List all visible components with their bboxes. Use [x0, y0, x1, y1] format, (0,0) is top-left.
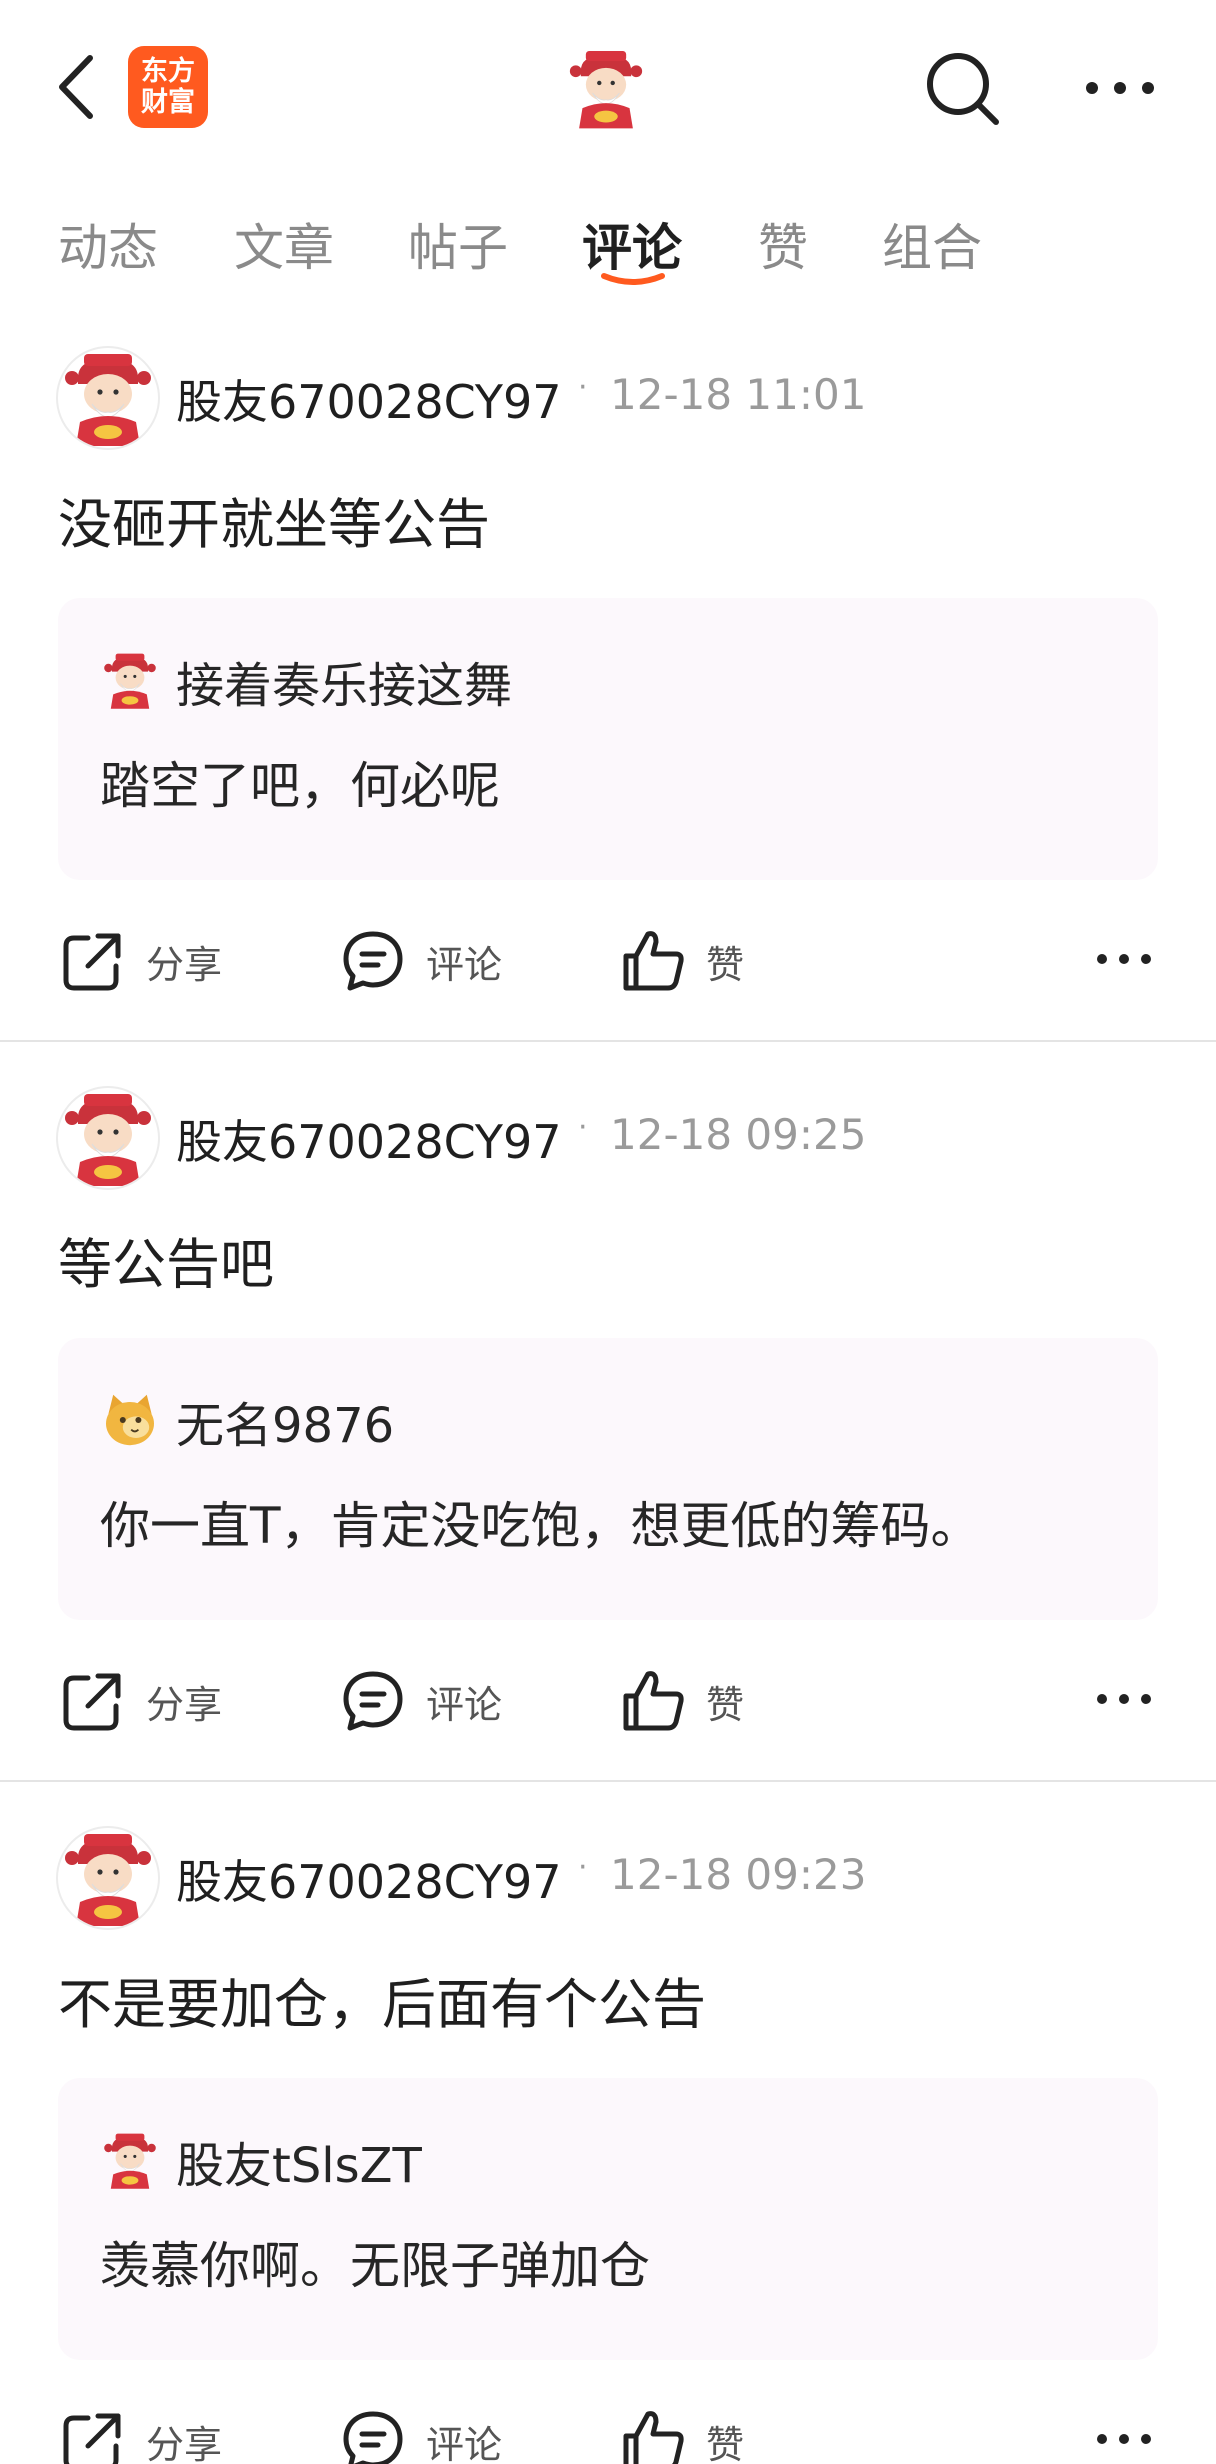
quoted-post[interactable]: 股友tSlsZT 羡慕你啊。无限子弹加仓 — [58, 2078, 1158, 2360]
user-avatar[interactable] — [56, 346, 160, 450]
share-icon — [58, 1666, 128, 1736]
quoted-username: 股友tSlsZT — [176, 2138, 422, 2194]
action-bar: 分享 评论 赞 — [0, 1656, 1216, 1746]
separator-dot: · — [578, 1850, 588, 1885]
comment-icon — [338, 2406, 408, 2464]
like-label: 赞 — [706, 942, 745, 987]
more-options-icon[interactable] — [1094, 1674, 1154, 1724]
thumbs-up-icon — [618, 2406, 688, 2464]
tab-dynamics[interactable]: 动态 — [58, 208, 158, 280]
like-button[interactable]: 赞 — [618, 1656, 744, 1746]
like-label: 赞 — [706, 1682, 745, 1727]
separator-dot: · — [578, 370, 588, 405]
tab-portfolio[interactable]: 组合 — [882, 208, 982, 280]
comment-label: 评论 — [426, 942, 503, 987]
share-label: 分享 — [146, 942, 223, 987]
quoted-user-avatar — [100, 650, 160, 710]
comment-button[interactable]: 评论 — [338, 2396, 502, 2464]
action-bar: 分享 评论 赞 — [0, 2396, 1216, 2464]
comment-label: 评论 — [426, 1682, 503, 1727]
like-button[interactable]: 赞 — [618, 2396, 744, 2464]
quoted-user-avatar — [100, 2130, 160, 2190]
back-arrow-icon[interactable] — [52, 52, 102, 122]
more-options-icon[interactable] — [1094, 2414, 1154, 2464]
timestamp: 12-18 11:01 — [610, 370, 867, 419]
comment-button[interactable]: 评论 — [338, 1656, 502, 1746]
user-avatar[interactable] — [56, 1826, 160, 1930]
timestamp: 12-18 09:25 — [610, 1110, 867, 1159]
tab-articles[interactable]: 文章 — [234, 208, 334, 280]
active-tab-indicator — [601, 273, 665, 285]
more-icon[interactable] — [1080, 60, 1160, 116]
quoted-text: 你一直T，肯定没吃饱，想更低的筹码。 — [100, 1497, 981, 1555]
comment-label: 评论 — [426, 2422, 503, 2464]
quoted-username: 接着奏乐接这舞 — [176, 658, 513, 714]
app-logo: 东方 财富 — [128, 46, 208, 128]
comment-card: 股友670028CY97 · 12-18 09:25 等公告吧 无名9876 你… — [0, 1082, 1216, 1782]
username[interactable]: 股友670028CY97 — [176, 366, 562, 432]
username[interactable]: 股友670028CY97 — [176, 1846, 562, 1912]
like-button[interactable]: 赞 — [618, 916, 744, 1006]
share-icon — [58, 2406, 128, 2464]
logo-line-1: 东方 — [141, 56, 195, 87]
thumbs-up-icon — [618, 1666, 688, 1736]
divider — [0, 1780, 1216, 1782]
user-avatar[interactable] — [56, 1086, 160, 1190]
comment-card: 股友670028CY97 · 12-18 11:01 没砸开就坐等公告 接着奏乐… — [0, 342, 1216, 1042]
like-label: 赞 — [706, 2422, 745, 2464]
username[interactable]: 股友670028CY97 — [176, 1106, 562, 1172]
divider — [0, 1040, 1216, 1042]
quoted-user-avatar — [100, 1390, 160, 1450]
tab-likes[interactable]: 赞 — [758, 208, 808, 280]
tab-comments[interactable]: 评论 — [582, 208, 682, 280]
share-button[interactable]: 分享 — [58, 2396, 222, 2464]
comment-card: 股友670028CY97 · 12-18 09:23 不是要加仓，后面有个公告 … — [0, 1822, 1216, 2464]
share-button[interactable]: 分享 — [58, 916, 222, 1006]
share-label: 分享 — [146, 1682, 223, 1727]
tab-posts[interactable]: 帖子 — [408, 208, 508, 280]
share-label: 分享 — [146, 2422, 223, 2464]
thumbs-up-icon — [618, 926, 688, 996]
quoted-username: 无名9876 — [176, 1398, 395, 1454]
comment-button[interactable]: 评论 — [338, 916, 502, 1006]
separator-dot: · — [578, 1110, 588, 1145]
quoted-post[interactable]: 无名9876 你一直T，肯定没吃饱，想更低的筹码。 — [58, 1338, 1158, 1620]
search-icon[interactable] — [920, 46, 1004, 130]
comment-text[interactable]: 等公告吧 — [58, 1220, 274, 1299]
logo-line-2: 财富 — [141, 87, 195, 118]
quoted-post[interactable]: 接着奏乐接这舞 踏空了吧，何必呢 — [58, 598, 1158, 880]
top-bar: 东方 财富 — [0, 0, 1216, 175]
action-bar: 分享 评论 赞 — [0, 916, 1216, 1006]
comment-text[interactable]: 没砸开就坐等公告 — [58, 480, 490, 559]
timestamp: 12-18 09:23 — [610, 1850, 867, 1899]
quoted-text: 羡慕你啊。无限子弹加仓 — [100, 2237, 650, 2295]
share-button[interactable]: 分享 — [58, 1656, 222, 1746]
comment-icon — [338, 926, 408, 996]
comment-text[interactable]: 不是要加仓，后面有个公告 — [58, 1960, 706, 2039]
profile-avatar[interactable] — [564, 46, 648, 130]
more-options-icon[interactable] — [1094, 934, 1154, 984]
share-icon — [58, 926, 128, 996]
quoted-text: 踏空了吧，何必呢 — [100, 757, 500, 815]
comment-icon — [338, 1666, 408, 1736]
